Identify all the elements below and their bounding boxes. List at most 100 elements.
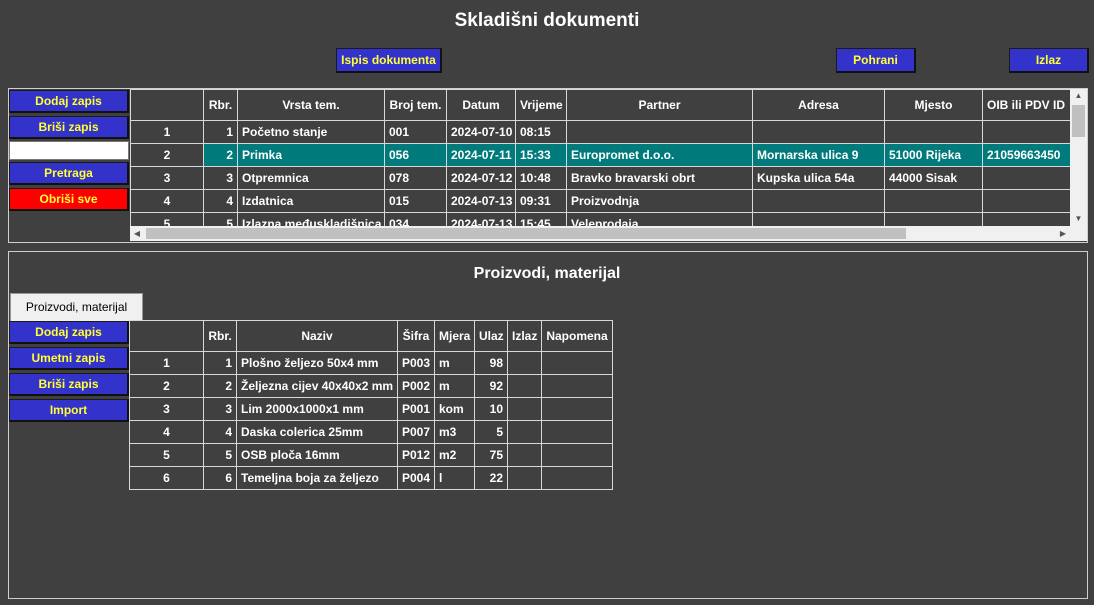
cell-sifra[interactable]: P003 <box>397 351 435 375</box>
cell-vrijeme[interactable]: 08:15 <box>515 120 567 144</box>
col-header-vrijeme[interactable]: Vrijeme <box>515 89 567 121</box>
cell-oib[interactable] <box>982 120 1070 144</box>
col-header-adresa[interactable]: Adresa <box>752 89 885 121</box>
cell-vrsta[interactable]: Izlazna međuskladišnica <box>237 212 385 226</box>
cell-vrsta[interactable]: Primka <box>237 143 385 167</box>
table-row[interactable]: 5 5 OSB ploča 16mm P012 m2 75 <box>129 443 613 467</box>
cell-datum[interactable]: 2024-07-13 <box>446 189 516 213</box>
cell-mjera[interactable]: l <box>434 466 475 490</box>
cell-izlaz[interactable] <box>507 351 542 375</box>
cell-naziv[interactable]: Željezna cijev 40x40x2 mm <box>236 374 398 398</box>
cell-datum[interactable]: 2024-07-10 <box>446 120 516 144</box>
cell-napomena[interactable] <box>541 397 613 421</box>
cell-vrsta[interactable]: Izdatnica <box>237 189 385 213</box>
col-header-sifra[interactable]: Šifra <box>397 320 435 352</box>
exit-button[interactable]: Izlaz <box>1009 48 1089 73</box>
col-header-mjera[interactable]: Mjera <box>434 320 475 352</box>
cell-adresa[interactable] <box>752 189 885 213</box>
cell-vrijeme[interactable]: 10:48 <box>515 166 567 190</box>
cell-mjesto[interactable] <box>884 120 983 144</box>
cell-rbr[interactable]: 4 <box>203 189 238 213</box>
delete-document-button[interactable]: Briši zapis <box>9 116 129 139</box>
cell-broj[interactable]: 034 <box>384 212 447 226</box>
cell-ulaz[interactable]: 98 <box>474 351 508 375</box>
cell-sifra[interactable]: P007 <box>397 420 435 444</box>
col-header-mjesto[interactable]: Mjesto <box>884 89 983 121</box>
left-arrow-icon[interactable]: ◀ <box>130 226 144 241</box>
vertical-scrollbar[interactable]: ▲ ▼ <box>1070 89 1087 226</box>
search-input[interactable] <box>9 141 129 160</box>
row-number[interactable]: 3 <box>130 166 204 190</box>
col-header-vrsta[interactable]: Vrsta tem. <box>237 89 385 121</box>
row-number[interactable]: 1 <box>130 120 204 144</box>
cell-napomena[interactable] <box>541 466 613 490</box>
right-arrow-icon[interactable]: ▶ <box>1056 226 1070 241</box>
cell-oib[interactable] <box>982 212 1070 226</box>
cell-oib[interactable] <box>982 166 1070 190</box>
cell-broj[interactable]: 001 <box>384 120 447 144</box>
cell-datum[interactable]: 2024-07-13 <box>446 212 516 226</box>
print-document-button[interactable]: Ispis dokumenta <box>336 48 442 73</box>
cell-izlaz[interactable] <box>507 374 542 398</box>
clear-all-button[interactable]: Obriši sve <box>9 188 129 211</box>
col-header-rbr[interactable]: Rbr. <box>203 320 237 352</box>
cell-izlaz[interactable] <box>507 420 542 444</box>
cell-broj[interactable]: 056 <box>384 143 447 167</box>
cell-ulaz[interactable]: 10 <box>474 397 508 421</box>
cell-izlaz[interactable] <box>507 443 542 467</box>
cell-mjera[interactable]: m3 <box>434 420 475 444</box>
tab-products[interactable]: Proizvodi, materijal <box>10 293 143 321</box>
horizontal-scroll-thumb[interactable] <box>146 228 906 239</box>
up-arrow-icon[interactable]: ▲ <box>1070 89 1087 103</box>
row-number[interactable]: 2 <box>130 143 204 167</box>
cell-naziv[interactable]: Daska colerica 25mm <box>236 420 398 444</box>
cell-rbr[interactable]: 4 <box>203 420 237 444</box>
row-number[interactable]: 2 <box>129 374 204 398</box>
row-number[interactable]: 4 <box>130 189 204 213</box>
cell-rbr[interactable]: 1 <box>203 120 238 144</box>
import-button[interactable]: Import <box>9 399 129 422</box>
add-document-button[interactable]: Dodaj zapis <box>9 90 129 113</box>
cell-rbr[interactable]: 1 <box>203 351 237 375</box>
cell-vrijeme[interactable]: 15:45 <box>515 212 567 226</box>
cell-rbr[interactable]: 5 <box>203 212 238 226</box>
cell-mjesto[interactable] <box>884 212 983 226</box>
cell-sifra[interactable]: P012 <box>397 443 435 467</box>
cell-sifra[interactable]: P001 <box>397 397 435 421</box>
cell-oib[interactable]: 21059663450 <box>982 143 1070 167</box>
row-number[interactable]: 1 <box>129 351 204 375</box>
cell-mjesto[interactable] <box>884 189 983 213</box>
cell-datum[interactable]: 2024-07-12 <box>446 166 516 190</box>
col-header-naziv[interactable]: Naziv <box>236 320 398 352</box>
cell-broj[interactable]: 078 <box>384 166 447 190</box>
cell-izlaz[interactable] <box>507 397 542 421</box>
cell-mjera[interactable]: kom <box>434 397 475 421</box>
table-row[interactable]: 3 3 Otpremnica 078 2024-07-12 10:48 Brav… <box>130 166 1070 190</box>
cell-partner[interactable]: Veleprodaja <box>566 212 753 226</box>
col-header-partner[interactable]: Partner <box>566 89 753 121</box>
vertical-scroll-thumb[interactable] <box>1072 105 1085 137</box>
cell-mjesto[interactable]: 51000 Rijeka <box>884 143 983 167</box>
cell-napomena[interactable] <box>541 351 613 375</box>
row-number[interactable]: 4 <box>129 420 204 444</box>
cell-sifra[interactable]: P002 <box>397 374 435 398</box>
row-number[interactable]: 3 <box>129 397 204 421</box>
cell-vrijeme[interactable]: 09:31 <box>515 189 567 213</box>
cell-naziv[interactable]: Temeljna boja za željezo <box>236 466 398 490</box>
cell-rbr[interactable]: 5 <box>203 443 237 467</box>
cell-partner[interactable]: Bravko bravarski obrt <box>566 166 753 190</box>
horizontal-scrollbar[interactable]: ◀ ▶ <box>130 226 1070 241</box>
cell-adresa[interactable] <box>752 120 885 144</box>
table-row[interactable]: 2 2 Željezna cijev 40x40x2 mm P002 m 92 <box>129 374 613 398</box>
cell-napomena[interactable] <box>541 374 613 398</box>
col-header-izlaz[interactable]: Izlaz <box>507 320 542 352</box>
col-header-datum[interactable]: Datum <box>446 89 516 121</box>
table-row[interactable]: 1 1 Plošno željezo 50x4 mm P003 m 98 <box>129 351 613 375</box>
cell-rbr[interactable]: 2 <box>203 374 237 398</box>
cell-adresa[interactable]: Kupska ulica 54a <box>752 166 885 190</box>
cell-oib[interactable] <box>982 189 1070 213</box>
cell-naziv[interactable]: OSB ploča 16mm <box>236 443 398 467</box>
col-header-napomena[interactable]: Napomena <box>541 320 613 352</box>
table-row[interactable]: 1 1 Početno stanje 001 2024-07-10 08:15 <box>130 120 1070 144</box>
cell-mjera[interactable]: m2 <box>434 443 475 467</box>
